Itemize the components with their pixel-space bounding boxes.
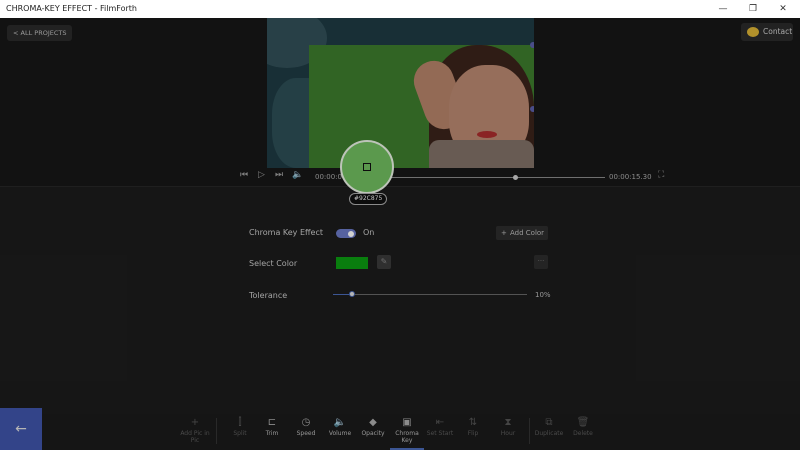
toolbar-hour-button[interactable]: ⧗ Hour (491, 416, 525, 450)
color-picker-loupe[interactable] (340, 140, 394, 194)
toolbar-speed-button[interactable]: ◷ Speed (289, 416, 323, 450)
toolbar-opacity-button[interactable]: ◆ Opacity (356, 416, 390, 450)
speed-icon: ◷ (301, 417, 311, 428)
resize-handle[interactable] (530, 42, 534, 48)
tolerance-knob[interactable] (349, 291, 356, 297)
minimize-button[interactable]: — (708, 0, 738, 18)
skip-back-icon[interactable]: ⏮ (240, 170, 248, 180)
toolbar-add-pic-in-pic-button[interactable]: + Add Pic in Pic (178, 416, 212, 450)
plus-icon: + (501, 229, 507, 237)
toolbar-delete-button[interactable]: 🗑 Delete (566, 416, 600, 450)
split-icon: ⫿ (238, 417, 242, 428)
chroma-key-icon: ▣ (402, 417, 412, 428)
loupe-target-icon (363, 163, 371, 171)
toolbar-label: Add Pic in Pic (180, 430, 210, 444)
chroma-effect-state: On (363, 228, 375, 237)
play-icon[interactable]: ▷ (258, 170, 265, 180)
close-button[interactable]: ✕ (768, 0, 798, 18)
video-preview[interactable] (267, 18, 534, 168)
playback-controls: ⏮ ▷ ⏭ 🔈 00:00:05 00:00:15.30 ⛶ (238, 168, 678, 188)
toolbar-split-button[interactable]: ⫿ Split (223, 416, 257, 450)
trim-icon: ⊏ (267, 417, 277, 428)
toolbar-label: Split (233, 430, 247, 437)
tolerance-label: Tolerance (249, 291, 288, 300)
volume-icon[interactable]: 🔈 (292, 170, 303, 180)
toolbar-label: Chroma Key (395, 430, 419, 444)
overlay-clip[interactable] (309, 45, 534, 168)
toolbar-label: Trim (265, 430, 279, 437)
toolbar-trim-button[interactable]: ⊏ Trim (255, 416, 289, 450)
volume-icon: 🔈 (333, 417, 347, 428)
toolbar-flip-button[interactable]: ⇅ Flip (456, 416, 490, 450)
fullscreen-icon[interactable]: ⛶ (658, 170, 664, 180)
chroma-effect-row: Chroma Key Effect On + Add Color (249, 223, 551, 241)
woman-lips (477, 131, 497, 138)
flip-icon: ⇅ (468, 417, 478, 428)
toolbar-label: Opacity (361, 430, 385, 437)
eyedropper-icon[interactable]: ✎ (377, 255, 391, 269)
opacity-icon: ◆ (369, 417, 377, 428)
toolbar-label: Delete (573, 430, 593, 437)
selected-color-swatch[interactable] (336, 257, 368, 269)
back-arrow-button[interactable]: ← (0, 408, 42, 450)
toolbar-duplicate-button[interactable]: ⧉ Duplicate (532, 416, 566, 450)
select-color-label: Select Color (249, 259, 298, 268)
resize-handle[interactable] (530, 106, 534, 112)
toolbar-label: Flip (467, 430, 479, 437)
chroma-effect-label: Chroma Key Effect (249, 228, 323, 237)
skip-forward-icon[interactable]: ⏭ (275, 170, 283, 180)
toolbar-separator (216, 418, 217, 444)
toolbar-set-start-button[interactable]: ⇤ Set Start (423, 416, 457, 450)
select-color-row: Select Color ✎ ··· (249, 254, 551, 272)
contact-button[interactable]: Contact (741, 23, 793, 41)
toolbar-volume-button[interactable]: 🔈 Volume (323, 416, 357, 450)
toggle-knob (348, 230, 354, 237)
chroma-key-panel: Chroma Key Effect On + Add Color Select … (249, 203, 551, 313)
app-body: < ALL PROJECTS Contact ⏮ ▷ ⏭ 🔈 00:00:05 (0, 18, 800, 450)
edit-toolbar: + Add Pic in Pic ⫿ Split ⊏ Trim ◷ Speed 🔈 Volume ◆… (0, 414, 800, 450)
hour-icon: ⧗ (504, 417, 512, 428)
add-color-button[interactable]: + Add Color (496, 226, 548, 240)
all-projects-button[interactable]: < ALL PROJECTS (7, 25, 73, 41)
duplicate-icon: ⧉ (545, 417, 553, 428)
seek-bar[interactable] (375, 175, 605, 180)
add-color-label: Add Color (510, 229, 545, 237)
set-start-icon: ⇤ (435, 417, 445, 428)
delete-icon: 🗑 (576, 417, 590, 428)
seek-knob[interactable] (513, 175, 519, 180)
maximize-button[interactable]: ❐ (738, 0, 768, 18)
window-title: CHROMA-KEY EFFECT - FilmForth (6, 4, 137, 13)
woman-shirt (429, 140, 534, 168)
toolbar-label: Set Start (426, 430, 454, 437)
toolbar-label: Duplicate (534, 430, 564, 437)
toolbar-separator (529, 418, 530, 444)
contact-avatar-icon (747, 27, 759, 37)
tolerance-value: 10% (535, 291, 551, 299)
plus-icon: + (190, 417, 200, 428)
tolerance-slider[interactable] (333, 291, 527, 297)
toolbar-label: Speed (296, 430, 316, 437)
toolbar-label: Volume (328, 430, 352, 437)
tolerance-row: Tolerance 10% (249, 286, 551, 304)
toolbar-chroma-key-button[interactable]: ▣ Chroma Key (390, 416, 424, 450)
more-options-icon[interactable]: ··· (534, 255, 548, 269)
chroma-effect-toggle[interactable] (336, 229, 356, 238)
end-time: 00:00:15.30 (609, 173, 652, 181)
preview-area: < ALL PROJECTS Contact (0, 18, 800, 186)
contact-label: Contact (763, 27, 793, 36)
window-titlebar: CHROMA-KEY EFFECT - FilmForth — ❐ ✕ (0, 0, 800, 18)
toolbar-label: Hour (500, 430, 516, 437)
